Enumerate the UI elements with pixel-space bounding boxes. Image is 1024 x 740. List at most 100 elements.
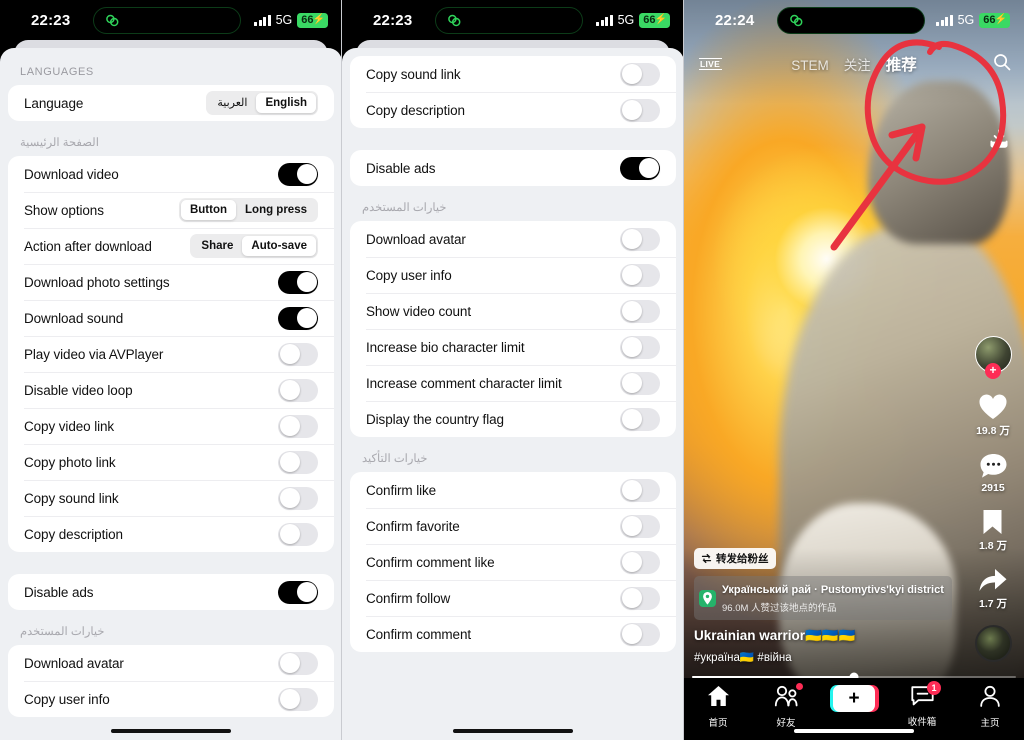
toggle-switch[interactable] bbox=[278, 306, 318, 330]
toggle-switch[interactable] bbox=[278, 162, 318, 186]
toggle-switch[interactable] bbox=[278, 414, 318, 438]
repost-chip[interactable]: 转发给粉丝 bbox=[694, 548, 776, 569]
settings-row[interactable]: Confirm comment like bbox=[350, 544, 676, 580]
settings-row-label: Copy video link bbox=[24, 418, 115, 434]
toggle-switch[interactable] bbox=[278, 687, 318, 711]
settings-sheet-2[interactable]: Copy sound link Copy description Disable a… bbox=[342, 48, 684, 740]
nav-item-plus[interactable]: + bbox=[820, 685, 888, 712]
toggle-switch[interactable] bbox=[278, 522, 318, 546]
battery-indicator: 66 ⚡ bbox=[639, 12, 670, 28]
settings-row[interactable]: Increase comment character limit bbox=[350, 365, 676, 401]
nav-item-friends[interactable]: 好友 bbox=[752, 683, 820, 729]
settings-row[interactable]: Disable video loop bbox=[8, 372, 334, 408]
section-header: خيارات المستخدم bbox=[20, 626, 105, 638]
bookmark-button[interactable]: 1.8 万 bbox=[979, 508, 1007, 553]
home-indicator-2[interactable] bbox=[453, 728, 573, 733]
location-chip[interactable]: Український рай · Pustomytivs'kyi distri… bbox=[694, 576, 952, 620]
toggle-switch[interactable] bbox=[620, 263, 660, 287]
settings-row[interactable]: Disable ads bbox=[8, 574, 334, 610]
settings-row[interactable]: Show options Button Long press bbox=[8, 192, 334, 228]
settings-row[interactable]: Display the country flag bbox=[350, 401, 676, 437]
settings-row[interactable]: Download photo settings bbox=[8, 264, 334, 300]
toggle-switch[interactable] bbox=[620, 407, 660, 431]
segment-option[interactable]: Long press bbox=[236, 200, 316, 221]
settings-row[interactable]: Confirm comment bbox=[350, 616, 676, 652]
settings-row[interactable]: Language العربية English bbox=[8, 85, 334, 121]
toggle-switch[interactable] bbox=[620, 622, 660, 646]
toggle-switch[interactable] bbox=[278, 378, 318, 402]
share-button[interactable]: 1.7 万 bbox=[978, 567, 1008, 611]
toggle-switch[interactable] bbox=[620, 514, 660, 538]
toggle-switch[interactable] bbox=[278, 580, 318, 604]
settings-row[interactable]: Copy sound link bbox=[350, 56, 676, 92]
nav-item-profile[interactable]: 主页 bbox=[956, 685, 1024, 729]
settings-row[interactable]: Confirm follow bbox=[350, 580, 676, 616]
settings-row[interactable]: Copy user info bbox=[8, 681, 334, 717]
settings-row[interactable]: Increase bio character limit bbox=[350, 329, 676, 365]
caption-hashtags[interactable]: #україна🇺🇦 #війна bbox=[694, 650, 959, 664]
settings-sheet-1[interactable]: LANGUAGES Language العربية English الصفحة ال… bbox=[0, 48, 342, 740]
home-indicator-3[interactable] bbox=[794, 728, 914, 733]
segment-option[interactable]: Auto-save bbox=[242, 235, 316, 257]
settings-row[interactable]: Copy user info bbox=[350, 257, 676, 293]
segment-option[interactable]: العربية bbox=[208, 93, 256, 114]
signal-bars-icon bbox=[596, 14, 613, 26]
toggle-switch[interactable] bbox=[278, 486, 318, 510]
live-icon[interactable]: LIVE bbox=[696, 57, 724, 71]
notification-dot bbox=[796, 683, 803, 690]
home-indicator-1[interactable] bbox=[111, 728, 231, 733]
toggle-switch[interactable] bbox=[620, 335, 660, 359]
toggle-switch[interactable] bbox=[620, 586, 660, 610]
segment-option[interactable]: Share bbox=[192, 236, 242, 257]
toggle-switch[interactable] bbox=[620, 227, 660, 251]
toggle-switch[interactable] bbox=[620, 371, 660, 395]
toggle-switch[interactable] bbox=[278, 342, 318, 366]
settings-row[interactable]: Confirm favorite bbox=[350, 508, 676, 544]
feed-tab[interactable]: 关注 bbox=[844, 54, 871, 74]
settings-row[interactable]: Copy sound link bbox=[8, 480, 334, 516]
segment-option[interactable]: English bbox=[256, 92, 316, 114]
settings-row[interactable]: Confirm like bbox=[350, 472, 676, 508]
nav-item-inbox[interactable]: 收件箱 1 bbox=[888, 681, 956, 728]
feed-tab[interactable]: STEM bbox=[791, 58, 829, 73]
settings-row[interactable]: Show video count bbox=[350, 293, 676, 329]
settings-row[interactable]: Copy description bbox=[8, 516, 334, 552]
toggle-switch[interactable] bbox=[620, 299, 660, 323]
segmented-control[interactable]: العربية English bbox=[206, 90, 318, 116]
segmented-control[interactable]: Button Long press bbox=[178, 197, 318, 223]
like-button[interactable]: 19.8 万 bbox=[976, 393, 1010, 438]
toggle-switch[interactable] bbox=[620, 478, 660, 502]
settings-row[interactable]: Copy video link bbox=[8, 408, 334, 444]
toggle-switch[interactable] bbox=[278, 651, 318, 675]
music-disc-icon[interactable] bbox=[974, 625, 1012, 662]
settings-row-label: Copy description bbox=[366, 102, 465, 118]
settings-row[interactable]: Play video via AVPlayer bbox=[8, 336, 334, 372]
settings-row[interactable]: Download avatar bbox=[350, 221, 676, 257]
settings-row[interactable]: Disable ads bbox=[350, 150, 676, 186]
nav-item-home[interactable]: 首页 bbox=[684, 685, 752, 729]
settings-row[interactable]: Action after download Share Auto-save bbox=[8, 228, 334, 264]
feed-tab[interactable]: 推荐 bbox=[886, 53, 917, 75]
toggle-switch[interactable] bbox=[278, 450, 318, 474]
toggle-switch[interactable] bbox=[620, 156, 660, 180]
battery-indicator: 66 ⚡ bbox=[297, 12, 328, 28]
segment-option[interactable]: Button bbox=[180, 199, 237, 221]
settings-row[interactable]: Download video bbox=[8, 156, 334, 192]
toggle-switch[interactable] bbox=[620, 98, 660, 122]
segmented-control[interactable]: Share Auto-save bbox=[190, 233, 318, 259]
comment-button[interactable]: 2915 bbox=[979, 452, 1008, 494]
settings-row[interactable]: Download sound bbox=[8, 300, 334, 336]
status-time: 22:23 bbox=[31, 11, 71, 29]
toggle-switch[interactable] bbox=[278, 270, 318, 294]
author-avatar-wrapper[interactable]: + bbox=[974, 336, 1012, 379]
plus-icon[interactable]: + bbox=[829, 685, 879, 712]
settings-row[interactable]: Download avatar bbox=[8, 645, 334, 681]
toggle-switch[interactable] bbox=[620, 550, 660, 574]
toggle-switch[interactable] bbox=[620, 62, 660, 86]
follow-plus-badge[interactable]: + bbox=[985, 363, 1001, 379]
feed-tabs[interactable]: STEM 关注 推荐 bbox=[791, 53, 917, 75]
download-icon[interactable] bbox=[988, 128, 1010, 155]
settings-row[interactable]: Copy photo link bbox=[8, 444, 334, 480]
search-icon[interactable] bbox=[992, 52, 1012, 77]
settings-row[interactable]: Copy description bbox=[350, 92, 676, 128]
